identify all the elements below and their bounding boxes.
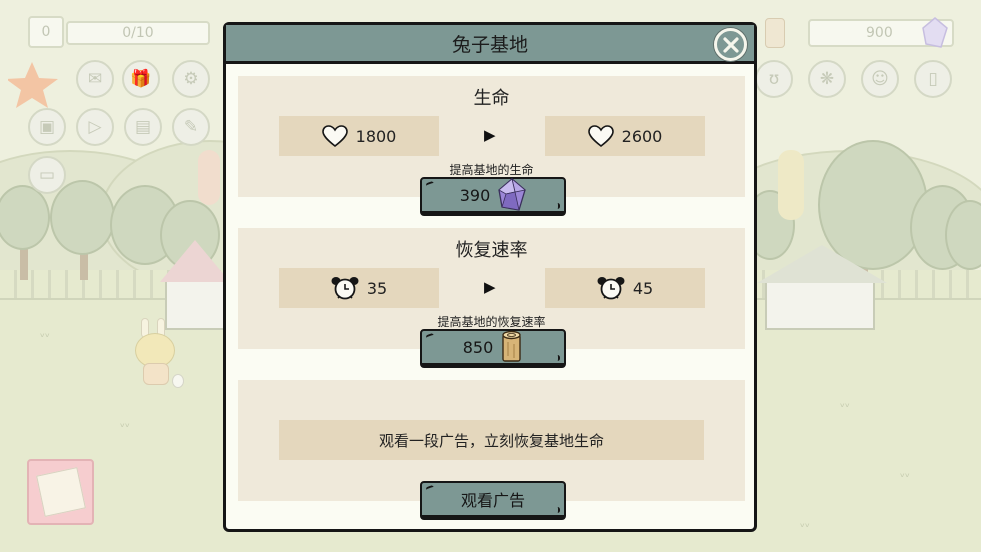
upgrade-life-button[interactable]: 390: [420, 177, 566, 216]
life-section: 生命 1800 ▶ 2600 提高基地的生命 390: [238, 76, 745, 216]
wood-icon: [765, 18, 785, 48]
ad-description-box: 观看一段广告，立刻恢复基地生命: [279, 420, 704, 460]
yarn-icon[interactable]: ❋: [808, 60, 846, 98]
notes-icon[interactable]: ▤: [124, 108, 162, 146]
upgrade-life-cost: 390: [459, 185, 491, 205]
recovery-current-value: 35: [366, 278, 388, 298]
grass-tuft: ᵛᵛ: [800, 520, 811, 534]
life-next-box: 2600: [545, 116, 705, 156]
play-video-icon[interactable]: ▷: [76, 108, 114, 146]
count-progress: 0/10: [66, 21, 210, 45]
recovery-section: 恢复速率 35 ▶ 45 提高基地的恢复速率 850: [238, 228, 745, 368]
life-title: 生命: [473, 88, 510, 109]
house: [765, 280, 875, 330]
steam-puff: [198, 150, 220, 205]
recovery-next-value: 45: [632, 278, 654, 298]
alarm-clock-icon: [331, 276, 359, 300]
recovery-upgrade-hint: 提高基地的恢复速率: [437, 315, 546, 329]
upgrade-recovery-button[interactable]: 850: [420, 329, 566, 368]
wood-log-icon: [501, 330, 523, 364]
count-badge: 0: [28, 16, 64, 48]
dialog-title: 兔子基地: [451, 33, 528, 56]
upgrade-recovery-cost: 850: [462, 337, 494, 357]
map-button[interactable]: [27, 459, 94, 525]
book-icon[interactable]: ▯: [914, 60, 952, 98]
tree: [50, 180, 115, 255]
mail-icon[interactable]: ✉: [76, 60, 114, 98]
house-roof: [757, 245, 887, 283]
grass-tuft: ᵛᵛ: [40, 330, 51, 344]
life-current-box: 1800: [279, 116, 439, 156]
steam-puff: [778, 150, 804, 220]
arrow-right-icon: ▶: [484, 278, 496, 296]
ad-description: 观看一段广告，立刻恢复基地生命: [378, 431, 604, 450]
face-icon[interactable]: ☺: [861, 60, 899, 98]
watch-ad-button[interactable]: 观看广告: [420, 481, 566, 520]
egg: [172, 374, 184, 388]
map-icon: [35, 467, 86, 517]
life-next-value: 2600: [621, 126, 663, 146]
grass-tuft: ᵛᵛ: [120, 420, 131, 434]
ad-section: 观看一段广告，立刻恢复基地生命 观看广告: [238, 380, 745, 520]
heart-icon: [587, 125, 614, 147]
arrow-right-icon: ▶: [484, 126, 496, 144]
recovery-title: 恢复速率: [455, 240, 528, 261]
close-button[interactable]: [714, 28, 747, 61]
house-roof: [160, 240, 230, 282]
watch-ad-label: 观看广告: [460, 491, 525, 510]
settings-icon[interactable]: ⚙: [172, 60, 210, 98]
alarm-clock-icon: [597, 276, 625, 300]
life-current-value: 1800: [355, 126, 397, 146]
recovery-next-box: 45: [545, 268, 705, 308]
gift-box-icon[interactable]: ▣: [28, 108, 66, 146]
grass-tuft: ᵛᵛ: [900, 470, 911, 484]
gem-icon: [922, 17, 948, 49]
dialog-header: 兔子基地: [226, 25, 754, 64]
life-upgrade-hint: 提高基地的生命: [449, 163, 534, 177]
base-upgrade-dialog: 兔子基地 生命 1800 ▶ 2600 提高基地的生命 390 恢复速率 35 …: [223, 22, 757, 532]
grass-tuft: ᵛᵛ: [840, 400, 851, 414]
heart-icon: [321, 125, 348, 147]
brush-icon[interactable]: ✎: [172, 108, 210, 146]
purple-gem-icon: [498, 178, 527, 212]
gift-icon[interactable]: 🎁: [122, 60, 160, 98]
ticket-icon[interactable]: ▭: [28, 156, 66, 194]
close-icon: [721, 35, 741, 55]
star-badge-icon[interactable]: [6, 60, 64, 110]
bunny-icon[interactable]: ʊ: [755, 60, 793, 98]
recovery-current-box: 35: [279, 268, 439, 308]
